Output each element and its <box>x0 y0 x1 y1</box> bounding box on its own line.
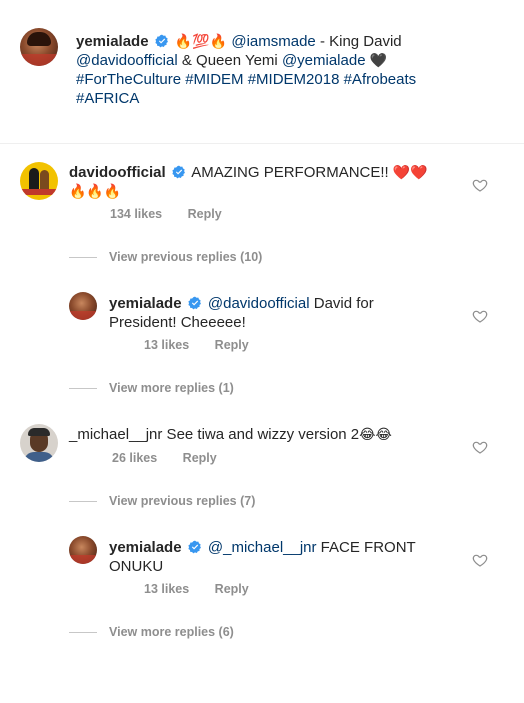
reply-link[interactable]: Reply <box>215 338 249 352</box>
laughing-emojis: 😂😂 <box>359 426 392 442</box>
heart-outline-icon[interactable] <box>472 439 488 455</box>
comment-avatar-michael-jnr[interactable] <box>20 424 58 462</box>
comment-text: FACE FRONT <box>316 539 416 556</box>
comment-username[interactable]: yemialade <box>109 539 182 556</box>
likes-count[interactable]: 13 likes <box>144 338 189 352</box>
caption-hashtag-africa[interactable]: #AFRICA <box>76 89 506 108</box>
replies-divider <box>69 632 97 633</box>
verified-badge-icon <box>188 540 201 554</box>
comment-body-davidoofficial: davidoofficial AMAZING PERFORMANCE!! ❤️❤… <box>69 163 449 201</box>
comment-text-line2: President! Cheeeee! <box>109 314 246 331</box>
red-hearts-emojis: ❤️❤️ <box>392 164 428 180</box>
likes-count[interactable]: 26 likes <box>112 451 157 465</box>
reply-body-yemialade-2: yemialade @_michael__jnr FACE FRONT ONUK… <box>109 538 459 576</box>
comment-text-line2: ONUKU <box>109 558 164 575</box>
reply-link[interactable]: Reply <box>215 582 249 596</box>
black-heart-emoji: 🖤 <box>369 52 388 68</box>
verified-badge-icon <box>155 34 168 48</box>
caption-divider <box>0 143 524 144</box>
view-previous-replies-button[interactable]: View previous replies (7) <box>109 494 255 508</box>
comment-body-michael-jnr: _michael__jnr See tiwa and wizzy version… <box>69 425 449 444</box>
comment-meta: 13 likes Reply <box>144 338 271 352</box>
caption-text-2: & Queen Yemi <box>177 52 282 69</box>
comment-text: David for <box>309 295 374 312</box>
post-caption: yemialade 🔥💯🔥 @iamsmade - King David @da… <box>76 32 506 108</box>
reply-link[interactable]: Reply <box>188 207 222 221</box>
view-more-replies-button[interactable]: View more replies (1) <box>109 381 234 395</box>
comment-username[interactable]: yemialade <box>109 295 182 312</box>
mention-yemialade[interactable]: @yemialade <box>282 52 366 69</box>
view-more-replies-button[interactable]: View more replies (6) <box>109 625 234 639</box>
reply-link[interactable]: Reply <box>183 451 217 465</box>
post-author-avatar[interactable] <box>20 28 58 66</box>
verified-badge-icon <box>172 165 185 179</box>
replies-divider <box>69 257 97 258</box>
caption-hashtags[interactable]: #ForTheCulture #MIDEM #MIDEM2018 #Afrobe… <box>76 70 506 89</box>
mention-michael-jnr[interactable]: @_michael__jnr <box>208 539 317 556</box>
comment-avatar-davidoofficial[interactable] <box>20 162 58 200</box>
comment-text: AMAZING PERFORMANCE!! <box>191 164 393 181</box>
fire-emojis: 🔥🔥🔥 <box>69 183 122 199</box>
fire-hundred-emojis: 🔥💯🔥 <box>174 33 228 49</box>
likes-count[interactable]: 134 likes <box>110 207 162 221</box>
comment-meta: 134 likes Reply <box>110 207 244 221</box>
verified-badge-icon <box>188 296 201 310</box>
replies-divider <box>69 388 97 389</box>
mention-iamsmade[interactable]: @iamsmade <box>231 33 315 50</box>
comment-meta: 26 likes Reply <box>112 451 239 465</box>
comment-meta: 13 likes Reply <box>144 582 271 596</box>
replies-divider <box>69 501 97 502</box>
caption-text-1: - King David <box>315 33 402 50</box>
comment-username[interactable]: davidoofficial <box>69 164 166 181</box>
heart-outline-icon[interactable] <box>472 552 488 568</box>
mention-davidoofficial[interactable]: @davidoofficial <box>208 295 310 312</box>
post-author-username[interactable]: yemialade <box>76 33 149 50</box>
mention-davidoofficial[interactable]: @davidoofficial <box>76 52 178 69</box>
heart-outline-icon[interactable] <box>472 308 488 324</box>
comment-username[interactable]: _michael__jnr <box>69 426 162 443</box>
reply-avatar-yemialade[interactable] <box>69 536 97 564</box>
comment-text: See tiwa and wizzy version 2 <box>162 426 360 443</box>
view-previous-replies-button[interactable]: View previous replies (10) <box>109 250 262 264</box>
reply-avatar-yemialade[interactable] <box>69 292 97 320</box>
reply-body-yemialade-1: yemialade @davidoofficial David for Pres… <box>109 294 459 332</box>
likes-count[interactable]: 13 likes <box>144 582 189 596</box>
heart-outline-icon[interactable] <box>472 177 488 193</box>
